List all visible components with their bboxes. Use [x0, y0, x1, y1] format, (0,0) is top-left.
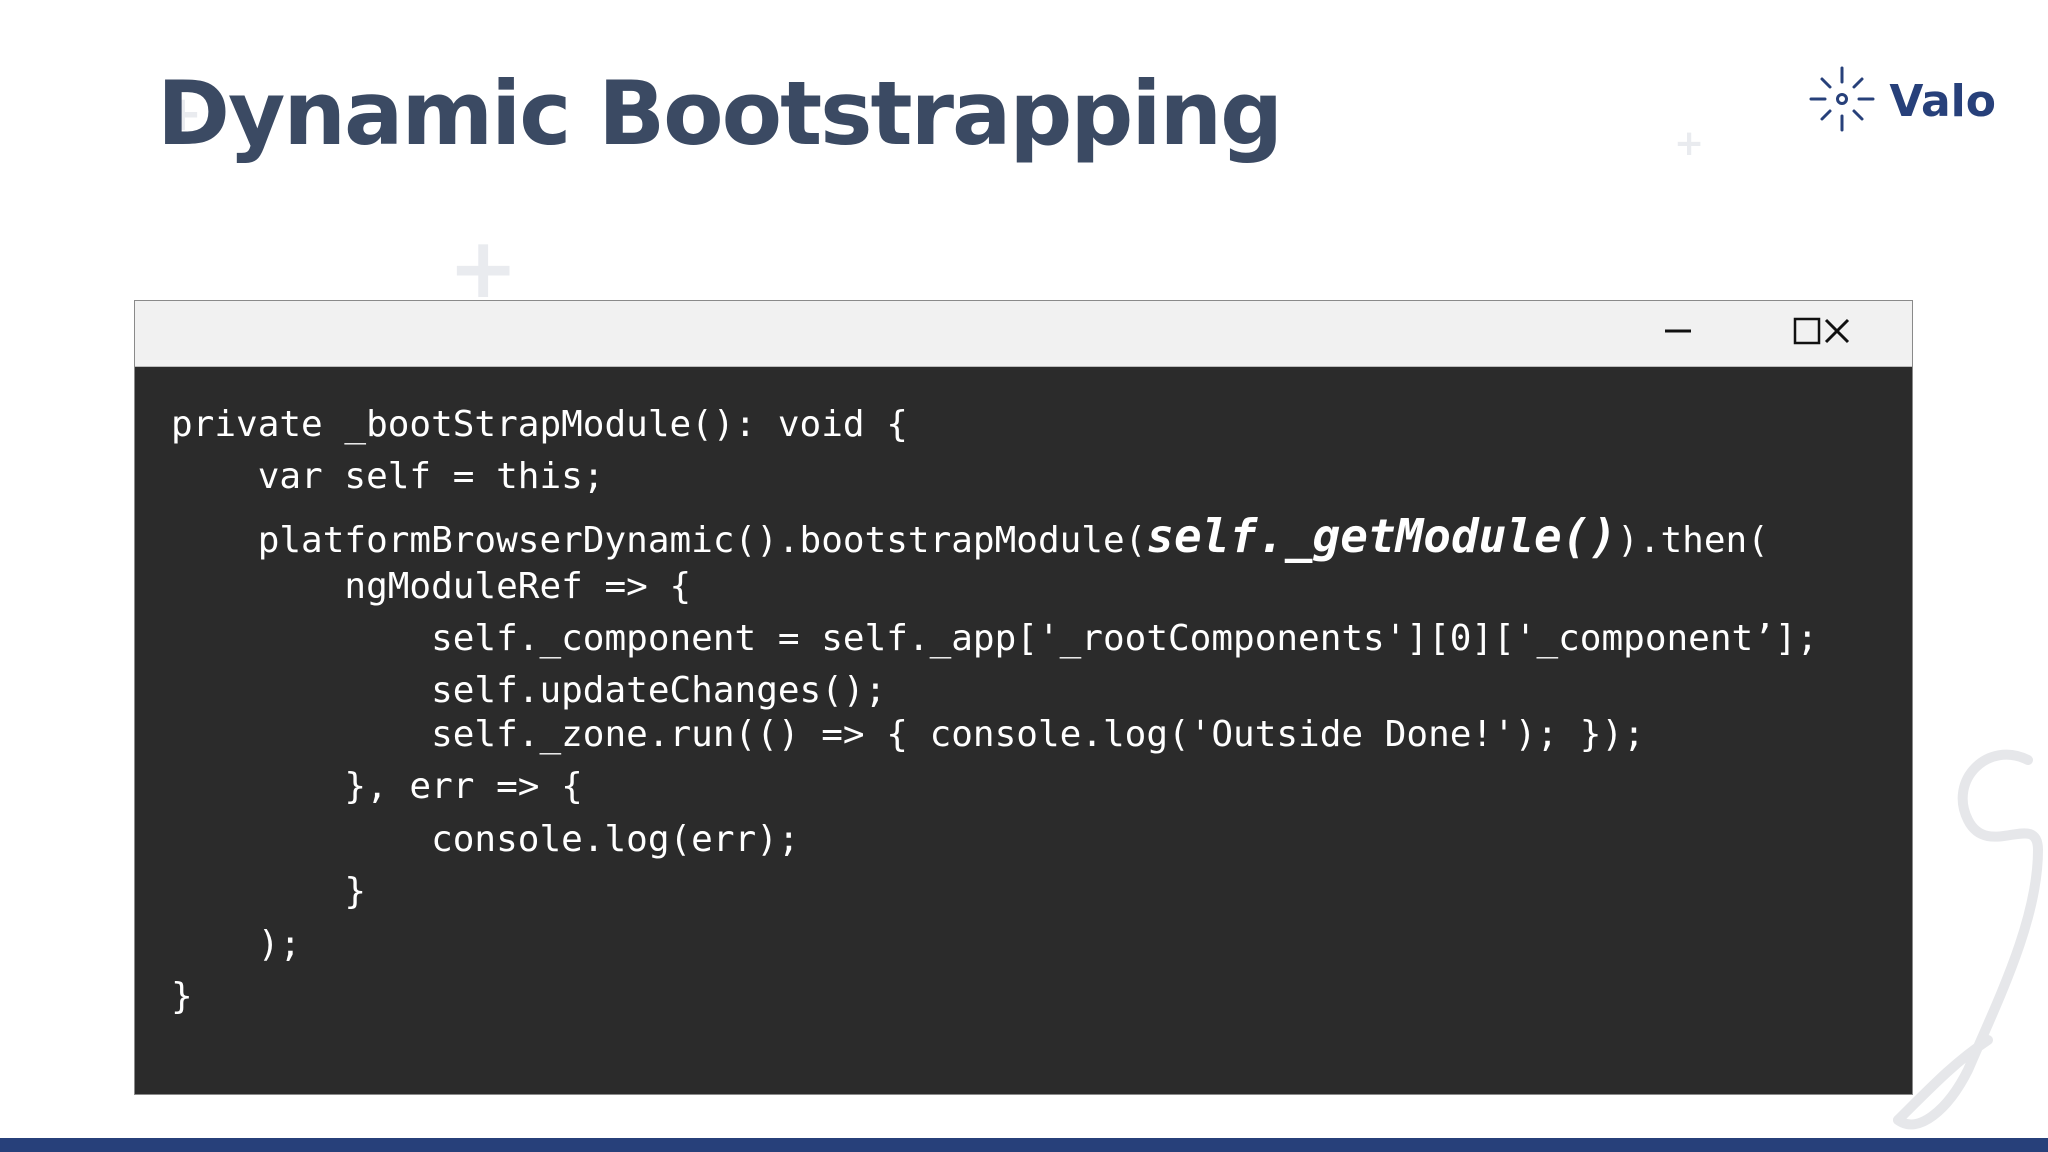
code-line: private _bootStrapModule(): void { — [171, 407, 908, 443]
decorative-plus-large: + — [448, 219, 519, 317]
code-line-text: } — [171, 976, 193, 1017]
code-line-text: private _bootStrapModule(): void { — [171, 404, 908, 445]
bottom-accent-bar — [0, 1138, 2048, 1152]
code-line: var self = this; — [171, 456, 605, 497]
code-line-text: var self = this; — [171, 456, 605, 497]
code-line-text: }, err => { — [171, 766, 583, 807]
brand-logo: Valo — [1807, 64, 1996, 139]
code-line-text: } — [171, 871, 367, 912]
code-line-text: ngModuleRef => { — [171, 566, 692, 607]
code-line-text: self._zone.run(() => { console.log('Outs… — [171, 714, 1645, 755]
minimize-icon — [1663, 316, 1693, 351]
code-line: } — [171, 979, 193, 1015]
code-line: ); — [171, 927, 301, 963]
slide-title: Dynamic Bootstrapping — [157, 62, 1283, 165]
logo-text: Valo — [1889, 76, 1996, 127]
close-button[interactable] — [1802, 301, 1872, 366]
close-icon — [1822, 316, 1852, 351]
code-window: private _bootStrapModule(): void { var s… — [134, 300, 1913, 1095]
code-line: platformBrowserDynamic().bootstrapModule… — [171, 513, 1769, 559]
code-line-text: console.log(err); — [171, 819, 800, 860]
code-line: }, err => { — [171, 766, 583, 807]
code-line-text: platformBrowserDynamic().bootstrapModule… — [171, 520, 1147, 561]
code-line: } — [171, 874, 366, 910]
minimize-button[interactable] — [1643, 301, 1713, 366]
decorative-plus-small: + — [1674, 123, 1705, 164]
window-titlebar[interactable] — [135, 301, 1912, 367]
code-line-text: self._component = self._app['_rootCompon… — [171, 618, 1819, 659]
code-line: self._component = self._app['_rootCompon… — [171, 621, 1818, 657]
code-line-text: self.updateChanges(); — [171, 670, 887, 711]
sparkle-logo-icon — [1807, 64, 1877, 139]
code-line-text: ); — [171, 924, 302, 965]
code-line: console.log(err); — [171, 819, 800, 860]
code-line: self._zone.run(() => { console.log('Outs… — [171, 717, 1645, 753]
code-line: ngModuleRef => { — [171, 569, 691, 605]
code-line: self.updateChanges(); — [171, 673, 886, 709]
code-emphasis: self._getModule() — [1146, 509, 1618, 563]
code-line-text-tail: ).then( — [1617, 520, 1769, 561]
